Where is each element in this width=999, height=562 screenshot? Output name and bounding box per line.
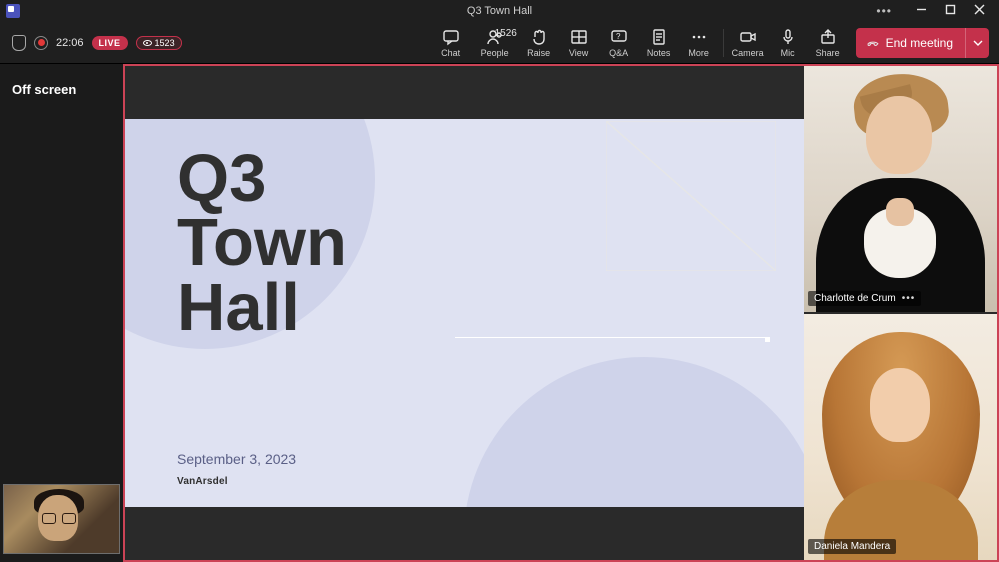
- notes-button[interactable]: Notes: [639, 22, 679, 63]
- more-icon: [690, 28, 708, 46]
- live-badge: LIVE: [92, 36, 128, 50]
- participant-video-tile[interactable]: Daniela Mandera: [804, 314, 997, 560]
- mic-button[interactable]: Mic: [768, 22, 808, 63]
- qa-button[interactable]: ? Q&A: [599, 22, 639, 63]
- app-window: Q3 Town Hall ••• 22:06 LIVE 1523: [0, 0, 999, 562]
- slide-brand: VanArsdel: [177, 476, 228, 487]
- qa-icon: ?: [610, 28, 628, 46]
- svg-text:?: ?: [616, 32, 621, 41]
- meeting-stage: Q3 Town Hall September 3, 2023 VanArsdel…: [123, 64, 999, 562]
- share-button[interactable]: Share: [808, 22, 848, 63]
- slide-marker: [765, 337, 770, 342]
- participant-video-column: Charlotte de Crum ••• Daniela Mandera: [804, 66, 997, 560]
- view-button[interactable]: View: [559, 22, 599, 63]
- people-button[interactable]: 1526 People: [471, 22, 519, 63]
- privacy-shield-icon[interactable]: [12, 35, 26, 51]
- raise-hand-icon: [530, 28, 548, 46]
- view-icon: [570, 28, 588, 46]
- participant-more-icon[interactable]: •••: [902, 293, 916, 304]
- participant-name-tag: Daniela Mandera: [808, 539, 896, 554]
- raise-hand-button[interactable]: Raise: [519, 22, 559, 63]
- end-meeting-button[interactable]: End meeting: [856, 28, 965, 58]
- offscreen-sidebar: Off screen: [0, 64, 123, 562]
- camera-button[interactable]: Camera: [728, 22, 768, 63]
- notes-icon: [650, 28, 668, 46]
- share-icon: [819, 28, 837, 46]
- recording-indicator-icon: [34, 36, 48, 50]
- title-bar: Q3 Town Hall •••: [0, 0, 999, 22]
- window-title: Q3 Town Hall: [467, 5, 532, 17]
- meeting-toolbar: 22:06 LIVE 1523 Chat 1526 People Raise: [0, 22, 999, 64]
- slide-triangle-graphic: [606, 121, 776, 271]
- slide-title: Q3 Town Hall: [177, 147, 347, 340]
- slide-divider: [455, 337, 767, 338]
- more-button[interactable]: More: [679, 22, 719, 63]
- toolbar-separator: [723, 29, 724, 57]
- close-button[interactable]: [974, 4, 985, 18]
- offscreen-heading: Off screen: [12, 82, 111, 97]
- end-meeting-dropdown[interactable]: [965, 28, 989, 58]
- meeting-timer: 22:06: [56, 37, 84, 49]
- eye-icon: [143, 40, 152, 46]
- teams-icon: [6, 4, 20, 18]
- minimize-button[interactable]: [916, 4, 927, 18]
- presentation-slide: Q3 Town Hall September 3, 2023 VanArsdel: [125, 119, 804, 507]
- people-count: 1526: [495, 28, 517, 39]
- offscreen-participant-tile[interactable]: [3, 484, 120, 554]
- maximize-button[interactable]: [945, 4, 956, 18]
- camera-icon: [739, 28, 757, 46]
- participant-video-tile[interactable]: Charlotte de Crum •••: [804, 66, 997, 312]
- chat-icon: [442, 28, 460, 46]
- titlebar-more-icon[interactable]: •••: [876, 4, 892, 18]
- viewers-count: 1523: [155, 38, 175, 48]
- viewers-badge: 1523: [136, 36, 182, 50]
- mic-icon: [779, 28, 797, 46]
- slide-date: September 3, 2023: [177, 451, 296, 467]
- participant-name-tag: Charlotte de Crum •••: [808, 291, 921, 306]
- chevron-down-icon: [973, 38, 983, 48]
- shared-content-area[interactable]: Q3 Town Hall September 3, 2023 VanArsdel: [125, 66, 804, 560]
- chat-button[interactable]: Chat: [431, 22, 471, 63]
- hangup-icon: [866, 36, 880, 50]
